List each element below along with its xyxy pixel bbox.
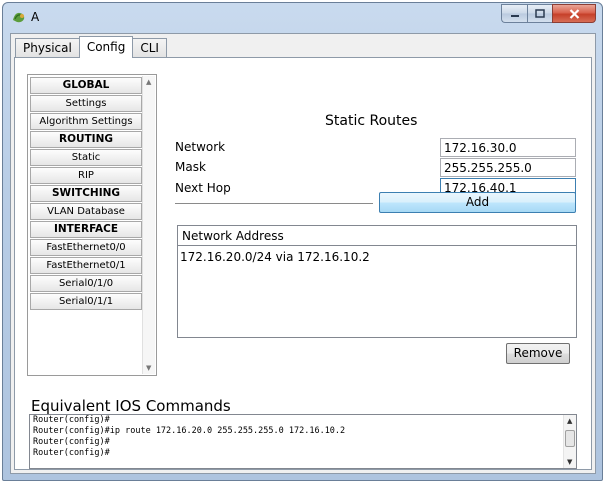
network-address-header: Network Address [178,226,576,246]
mask-input[interactable] [440,158,576,177]
scroll-down-icon[interactable]: ▼ [567,458,572,466]
sidebar-item-settings[interactable]: Settings [30,95,142,112]
minimize-icon [510,14,519,17]
ios-commands-title: Equivalent IOS Commands [31,397,231,415]
network-address-list[interactable]: Network Address 172.16.20.0/24 via 172.1… [177,225,577,338]
sidebar-item-static[interactable]: Static [30,149,142,166]
sidebar-scrollbar[interactable]: ▲ ▼ [142,76,155,374]
next-hop-label: Next Hop [175,181,231,195]
window-title: A [31,10,40,24]
sidebar-item-fastethernet0-0[interactable]: FastEthernet0/0 [30,239,142,256]
scroll-up-icon[interactable]: ▲ [146,78,151,86]
ios-command-line: Router(config)# [33,415,110,425]
sidebar-list: GLOBAL Settings Algorithm Settings ROUTI… [30,77,142,311]
tab-strip: Physical Config CLI [15,36,167,58]
config-sidebar: GLOBAL Settings Algorithm Settings ROUTI… [27,74,157,376]
maximize-icon [535,9,545,18]
sidebar-item-rip[interactable]: RIP [30,167,142,184]
ios-command-line: Router(config)# [33,437,110,447]
mask-label: Mask [175,160,206,174]
close-icon [569,8,579,19]
ios-command-line: Router(config)#ip route 172.16.20.0 255.… [33,426,346,436]
sidebar-header-switching[interactable]: SWITCHING [30,185,142,202]
remove-route-button[interactable]: Remove [506,343,570,364]
tab-physical[interactable]: Physical [15,38,80,58]
network-label: Network [175,140,226,154]
ios-scrollbar[interactable]: ▲ ▼ [563,415,576,468]
sidebar-item-algorithm-settings[interactable]: Algorithm Settings [30,113,142,130]
sidebar-header-global[interactable]: GLOBAL [30,77,142,94]
route-list-item[interactable]: 172.16.20.0/24 via 172.16.10.2 [178,246,576,268]
scroll-down-icon[interactable]: ▼ [146,364,151,372]
network-input[interactable] [440,138,576,157]
tab-config[interactable]: Config [78,36,134,58]
tab-cli[interactable]: CLI [132,38,167,58]
scroll-up-icon[interactable]: ▲ [567,417,572,425]
sidebar-header-interface[interactable]: INTERFACE [30,221,142,238]
ios-commands-console[interactable]: Router(config)# Router(config)#ip route … [29,414,577,469]
caption-buttons [501,4,596,23]
add-route-button[interactable]: Add [379,192,576,213]
static-routes-title: Static Routes [325,113,418,129]
ios-command-line: Router(config)# [33,448,110,458]
scroll-thumb[interactable] [565,430,575,447]
router-config-window: A Physical Config CLI GLOBAL Settings Al… [2,2,603,481]
sidebar-header-routing[interactable]: ROUTING [30,131,142,148]
config-panel: GLOBAL Settings Algorithm Settings ROUTI… [14,57,592,470]
sidebar-item-fastethernet0-1[interactable]: FastEthernet0/1 [30,257,142,274]
minimize-button[interactable] [501,4,527,23]
title-bar[interactable]: A [3,3,602,31]
window-client-area: Physical Config CLI GLOBAL Settings Algo… [10,33,596,474]
separator-line [175,203,373,205]
maximize-button[interactable] [527,4,552,23]
close-button[interactable] [552,4,596,23]
sidebar-item-vlan-database[interactable]: VLAN Database [30,203,142,220]
sidebar-item-serial0-1-0[interactable]: Serial0/1/0 [30,275,142,292]
router-app-icon [13,12,25,23]
sidebar-item-serial0-1-1[interactable]: Serial0/1/1 [30,293,142,310]
